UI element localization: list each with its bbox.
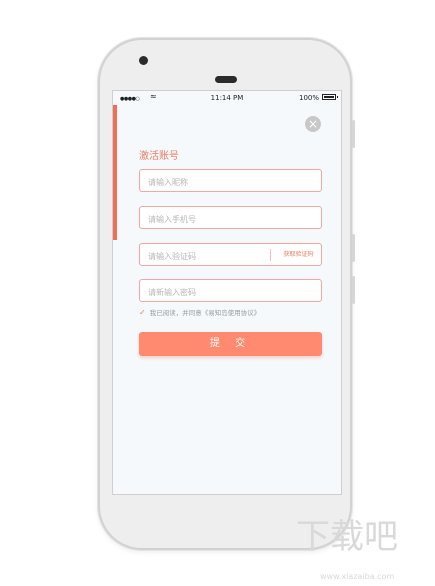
submit-button[interactable]: 提 交 — [139, 332, 322, 356]
divider — [270, 249, 271, 261]
checkmark-icon[interactable]: ✓ — [139, 308, 146, 317]
get-code-button[interactable]: 获取验证码 — [276, 244, 321, 265]
verification-code-input[interactable] — [140, 246, 270, 267]
nickname-input[interactable] — [140, 172, 321, 193]
password-input[interactable] — [140, 282, 321, 303]
battery-icon — [322, 94, 338, 100]
agreement-text: 我已阅读，并同意《易知岛使用协议》 — [149, 309, 261, 317]
watermark-url: www.xiazaiba.com — [320, 572, 395, 581]
nickname-field-wrapper — [139, 169, 322, 193]
phone-side-button — [352, 276, 355, 304]
phone-field-wrapper — [139, 206, 322, 230]
accent-bar — [113, 105, 117, 240]
close-icon[interactable]: × — [305, 116, 321, 132]
camera-icon — [139, 56, 148, 65]
password-field-wrapper — [139, 279, 322, 303]
status-bar: ●●●●○ ≈ 11:14 PM 100% — [113, 91, 341, 105]
code-field-wrapper: 获取验证码 — [139, 243, 322, 267]
page-title: 激活账号 — [139, 151, 179, 162]
battery-percent: 100% — [298, 94, 319, 102]
watermark-logo: 下载吧 — [296, 517, 398, 557]
phone-side-button — [352, 234, 355, 262]
phone-side-button — [352, 120, 355, 148]
app-screen: ●●●●○ ≈ 11:14 PM 100% × 激活账号 获取验证码 ✓ 我已阅… — [112, 90, 342, 495]
phone-input[interactable] — [140, 209, 321, 230]
agreement-row[interactable]: ✓ 我已阅读，并同意《易知岛使用协议》 — [139, 307, 261, 318]
speaker-grille — [215, 76, 237, 83]
